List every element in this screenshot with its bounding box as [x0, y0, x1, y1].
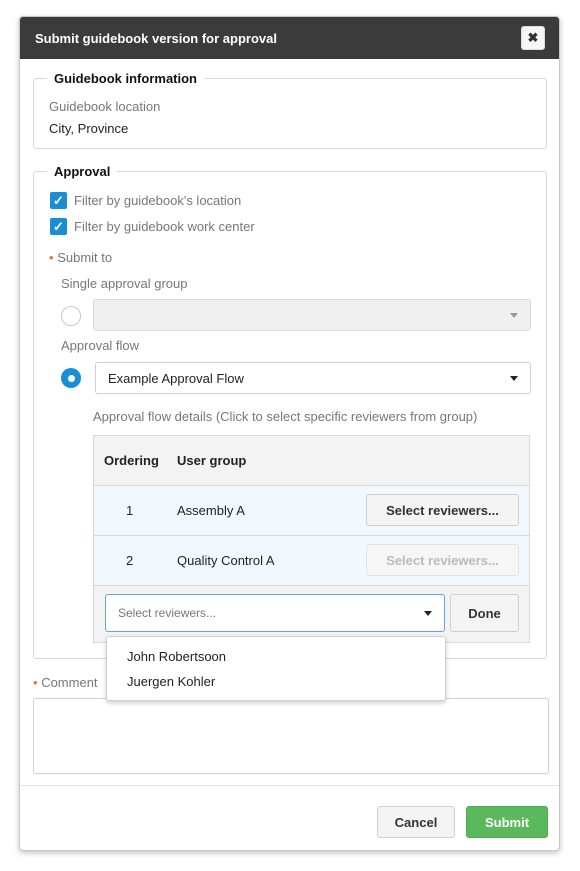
dialog-title: Submit guidebook version for approval	[35, 30, 277, 46]
guidebook-location-label: Guidebook location	[49, 99, 161, 114]
filter-workcenter-checkbox[interactable]: ✓	[50, 218, 67, 235]
cancel-button[interactable]: Cancel	[377, 806, 455, 838]
chevron-down-icon	[510, 375, 518, 381]
ordering-header: Ordering	[104, 453, 159, 468]
submit-approval-dialog: Submit guidebook version for approval ✖ …	[19, 16, 560, 851]
reviewer-select-row: Select reviewers... Done	[94, 586, 529, 642]
row-user-group: Assembly A	[177, 503, 245, 518]
user-group-header: User group	[177, 453, 247, 468]
single-group-label: Single approval group	[61, 276, 188, 291]
table-row: 2 Quality Control A Select reviewers...	[94, 536, 529, 586]
submit-to-label: • Submit to	[49, 250, 113, 265]
comment-textarea[interactable]	[33, 698, 549, 774]
approval-flow-select[interactable]: Example Approval Flow	[95, 362, 531, 394]
required-dot-icon: •	[33, 675, 38, 690]
reviewer-select[interactable]: Select reviewers...	[105, 594, 445, 632]
done-button[interactable]: Done	[450, 594, 519, 632]
filter-location-label: Filter by guidebook's location	[74, 193, 242, 208]
required-dot-icon: •	[49, 250, 54, 265]
approval-legend: Approval	[54, 164, 111, 179]
footer-divider	[20, 785, 559, 786]
select-reviewers-button[interactable]: Select reviewers...	[366, 494, 519, 526]
single-group-select[interactable]	[93, 299, 531, 331]
reviewer-dropdown-menu: John Robertsoon Juergen Kohler	[106, 636, 446, 701]
guidebook-location-value: City, Province	[49, 121, 129, 136]
dialog-header: Submit guidebook version for approval ✖	[20, 17, 559, 59]
chevron-down-icon	[510, 312, 518, 318]
table-header-row: Ordering User group	[94, 436, 529, 486]
approval-flow-label: Approval flow	[61, 338, 140, 353]
filter-location-checkbox[interactable]: ✓	[50, 192, 67, 209]
row-user-group: Quality Control A	[177, 553, 275, 568]
reviewer-option[interactable]: John Robertsoon	[107, 645, 445, 670]
comment-label: • Comment	[33, 675, 98, 690]
submit-button[interactable]: Submit	[466, 806, 548, 838]
approval-flow-value: Example Approval Flow	[108, 370, 244, 386]
close-icon[interactable]: ✖	[521, 26, 545, 50]
single-group-radio[interactable]	[61, 306, 81, 326]
filter-workcenter-label: Filter by guidebook work center	[74, 219, 255, 234]
guidebook-info-legend: Guidebook information	[54, 71, 197, 86]
row-ordering: 1	[126, 503, 134, 518]
reviewer-option[interactable]: Juergen Kohler	[107, 670, 445, 695]
chevron-down-icon	[424, 610, 432, 616]
approval-flow-table: Ordering User group 1 Assembly A Select …	[93, 435, 530, 643]
flow-details-label: Approval flow details (Click to select s…	[93, 409, 478, 424]
row-ordering: 2	[126, 553, 134, 568]
approval-flow-radio[interactable]	[61, 368, 81, 388]
select-reviewers-button-disabled: Select reviewers...	[366, 544, 519, 576]
table-row: 1 Assembly A Select reviewers...	[94, 486, 529, 536]
